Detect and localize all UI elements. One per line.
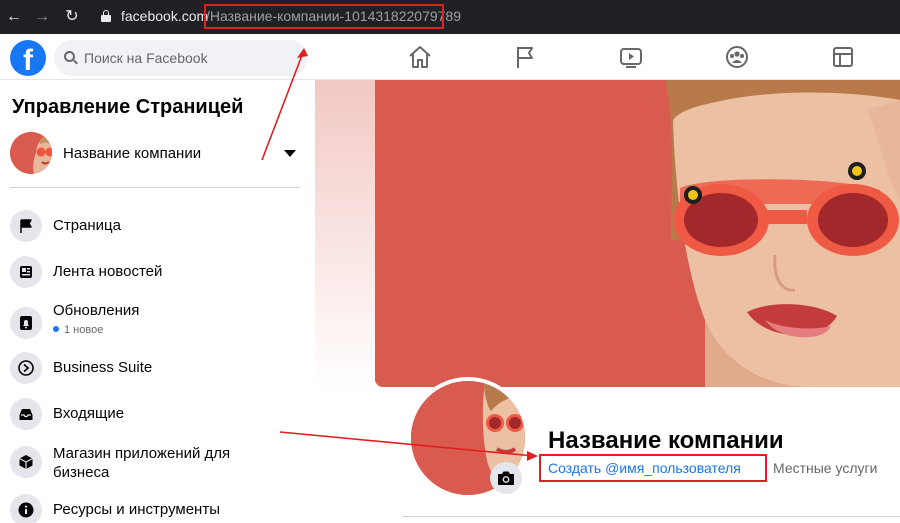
business-suite-icon (10, 352, 42, 384)
camera-button[interactable] (490, 462, 522, 494)
sidebar-item-business-suite[interactable]: Business Suite (10, 352, 300, 392)
info-icon (10, 494, 42, 523)
sidebar-item-resources[interactable]: Ресурсы и инструменты (10, 494, 300, 523)
gaming-icon[interactable] (828, 42, 858, 72)
url-host[interactable]: facebook.com (121, 8, 208, 24)
back-arrow-icon[interactable]: ← (4, 7, 24, 27)
page-avatar (10, 132, 52, 174)
facebook-logo[interactable]: f (10, 40, 46, 76)
forward-arrow-icon[interactable]: → (32, 7, 52, 27)
sidebar-item-label: Входящие (53, 405, 125, 422)
search-icon (64, 51, 78, 65)
reload-icon[interactable]: ↻ (62, 7, 82, 27)
lock-icon[interactable] (101, 10, 111, 22)
sidebar-item-page[interactable]: Страница (10, 210, 300, 250)
content-divider (403, 516, 900, 517)
cover-photo[interactable] (375, 80, 900, 387)
sidebar-item-label: Магазин приложений для бизнеса (53, 445, 231, 481)
flag-icon (10, 210, 42, 242)
bell-icon (10, 307, 42, 339)
page-category[interactable]: Местные услуги (773, 460, 877, 476)
updates-count: 1 новое (53, 324, 103, 336)
page-name: Название компании (63, 145, 202, 162)
sidebar-item-label: Business Suite (53, 359, 153, 376)
search-input[interactable] (84, 40, 299, 76)
page-management-sidebar: Управление Страницей Название компании С… (0, 80, 315, 523)
page-title: Название компании (548, 427, 784, 454)
search-box[interactable] (54, 40, 308, 76)
sidebar-item-label: Обновления (53, 302, 140, 319)
camera-icon (498, 471, 514, 485)
sidebar-item-updates[interactable]: Обновления 1 новое (10, 302, 300, 352)
flag-icon[interactable] (510, 42, 540, 72)
sidebar-item-label: Лента новостей (53, 263, 163, 280)
sidebar-title: Управление Страницей (12, 96, 244, 118)
browser-chrome: ← → ↻ facebook.com /Название-компании-10… (0, 0, 900, 34)
cover-shadow (315, 80, 375, 390)
sidebar-item-news-feed[interactable]: Лента новостей (10, 256, 300, 296)
watch-icon[interactable] (616, 42, 646, 72)
username-highlight-box (539, 454, 767, 482)
sidebar-item-label: Ресурсы и инструменты (53, 501, 220, 518)
sidebar-divider (10, 187, 300, 188)
new-dot-icon (53, 326, 59, 332)
sidebar-item-label: Страница (53, 217, 121, 234)
page-content: Название компании Создать @имя_пользоват… (315, 80, 900, 523)
app-store-icon (10, 446, 42, 478)
sidebar-item-app-store[interactable]: Магазин приложений для бизнеса (10, 442, 300, 488)
sidebar-item-inbox[interactable]: Входящие (10, 398, 300, 438)
groups-icon[interactable] (722, 42, 752, 72)
inbox-icon (10, 398, 42, 430)
screenshot-root: ← → ↻ facebook.com /Название-компании-10… (0, 0, 900, 523)
home-icon[interactable] (405, 42, 435, 72)
page-switcher[interactable]: Название компании (10, 132, 302, 176)
url-highlight-box (204, 4, 444, 29)
news-feed-icon (10, 256, 42, 288)
facebook-top-bar: f (0, 34, 900, 80)
caret-down-icon[interactable] (284, 150, 296, 157)
